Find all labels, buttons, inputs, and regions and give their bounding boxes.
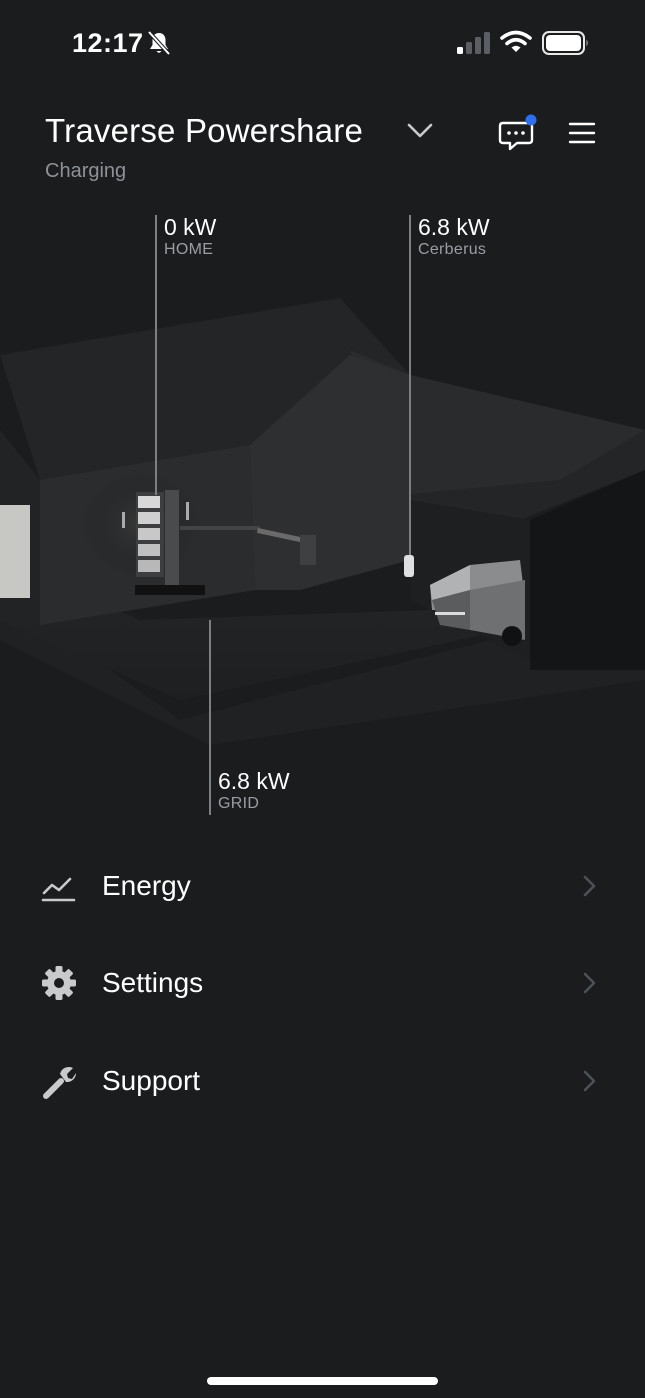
energy-chart-icon <box>41 877 76 902</box>
wifi-icon <box>500 30 532 52</box>
home-power-value: 0 kW <box>164 214 217 240</box>
vehicle-power-value: 6.8 kW <box>418 214 490 240</box>
vehicle-label: Cerberus <box>418 241 487 258</box>
energy-flow-scene <box>0 195 645 825</box>
nav-item-settings[interactable]: Settings <box>0 943 645 1023</box>
grid-flow: 6.8 kW GRID <box>218 768 290 814</box>
chevron-down-icon[interactable] <box>405 118 435 144</box>
signal-icon <box>457 32 490 54</box>
chevron-right-icon <box>583 875 596 897</box>
site-title[interactable]: Traverse Powershare <box>45 112 363 150</box>
status-time: 12:17 <box>72 28 144 58</box>
status-bar: 12:17 <box>0 0 645 90</box>
grid-label: GRID <box>218 795 260 812</box>
home-leader-line <box>155 215 157 495</box>
gear-icon <box>42 966 76 1000</box>
house-illustration <box>0 298 645 745</box>
grid-power-value: 6.8 kW <box>218 768 290 794</box>
nav-label-settings: Settings <box>102 967 204 998</box>
nav-label-support: Support <box>102 1065 201 1096</box>
notification-dot <box>525 114 537 126</box>
vehicle-flow: 6.8 kW Cerberus <box>418 214 490 260</box>
grid-leader-line <box>209 620 211 815</box>
chat-icon[interactable] <box>498 114 538 152</box>
app-screen: 12:17 Traverse Powershare Charging 0 kW … <box>0 0 645 1398</box>
home-flow: 0 kW HOME <box>164 214 216 260</box>
nav-label-energy: Energy <box>102 870 191 901</box>
chevron-right-icon <box>583 972 596 994</box>
wrench-icon <box>43 1066 77 1099</box>
site-status: Charging <box>45 160 127 182</box>
bell-off-icon <box>147 30 171 56</box>
battery-icon <box>542 31 588 55</box>
nav-item-energy[interactable]: Energy <box>0 846 645 926</box>
nav-item-support[interactable]: Support <box>0 1041 645 1121</box>
vehicle-leader-line <box>409 215 411 555</box>
menu-icon[interactable] <box>568 120 596 146</box>
home-label: HOME <box>164 241 214 258</box>
chevron-right-icon <box>583 1070 596 1092</box>
home-indicator[interactable] <box>207 1377 438 1385</box>
